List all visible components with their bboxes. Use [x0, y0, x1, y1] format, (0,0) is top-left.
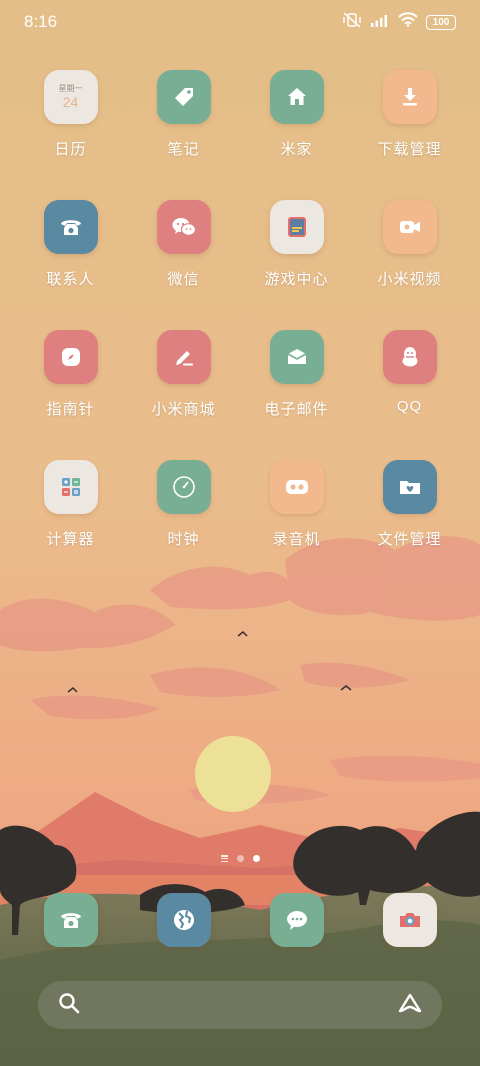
vibrate-off-icon [342, 11, 362, 33]
search-bar[interactable] [38, 981, 442, 1029]
clock-icon [156, 460, 211, 514]
camera-icon [382, 893, 437, 947]
assistant-icon[interactable] [396, 992, 424, 1019]
app-list-indicator-icon [220, 855, 228, 862]
home-app-grid: 星期一 24 日历 笔记 米家 下载管理 联系人 微信 游戏中心 小米视频 指南… [14, 70, 466, 590]
search-icon[interactable] [58, 992, 80, 1019]
app-wechat[interactable]: 微信 [127, 200, 240, 330]
app-calendar[interactable]: 星期一 24 日历 [14, 70, 127, 200]
app-contacts[interactable]: 联系人 [14, 200, 127, 330]
phone-icon [43, 200, 98, 254]
calendar-icon: 星期一 24 [43, 70, 98, 124]
calendar-weekday: 星期一 [58, 83, 83, 93]
wifi-icon [398, 12, 418, 32]
app-label: 文件管理 [377, 531, 442, 548]
dock-app-messages[interactable] [240, 893, 353, 947]
house-icon [269, 70, 324, 124]
app-notes[interactable]: 笔记 [127, 70, 240, 200]
calculator-icon [43, 460, 98, 514]
app-label: 电子邮件 [264, 401, 329, 418]
folder-icon [382, 460, 437, 514]
calendar-day: 24 [62, 93, 79, 110]
app-label: 微信 [167, 271, 200, 288]
app-label: 时钟 [167, 531, 200, 548]
download-icon [382, 70, 437, 124]
app-label: 日历 [54, 141, 87, 158]
dock-app-browser[interactable] [127, 893, 240, 947]
app-label: 指南针 [46, 401, 95, 418]
app-downloads[interactable]: 下载管理 [353, 70, 466, 200]
app-label: 游戏中心 [264, 271, 329, 288]
battery-icon: 100 [426, 14, 456, 30]
app-label: 计算器 [46, 531, 95, 548]
app-label: 录音机 [272, 531, 321, 548]
app-qq[interactable]: QQ [353, 330, 466, 460]
app-email[interactable]: 电子邮件 [240, 330, 353, 460]
app-game-center[interactable]: 游戏中心 [240, 200, 353, 330]
wechat-icon [156, 200, 211, 254]
pencil-icon [156, 330, 211, 384]
app-label: 小米商城 [151, 401, 216, 418]
app-calculator[interactable]: 计算器 [14, 460, 127, 590]
envelope-icon [269, 330, 324, 384]
status-bar: 8:16 100 [0, 0, 480, 44]
app-mi-video[interactable]: 小米视频 [353, 200, 466, 330]
app-label: 米家 [280, 141, 313, 158]
compass-icon [43, 330, 98, 384]
tag-icon [156, 70, 211, 124]
app-label: 小米视频 [377, 271, 442, 288]
video-camera-icon [382, 200, 437, 254]
app-compass[interactable]: 指南针 [14, 330, 127, 460]
page-dot-2-active [252, 855, 260, 862]
phone-icon [43, 893, 98, 947]
app-label: 笔记 [167, 141, 200, 158]
message-icon [269, 893, 324, 947]
app-mi-store[interactable]: 小米商城 [127, 330, 240, 460]
app-label: 下载管理 [377, 141, 442, 158]
app-file-manager[interactable]: 文件管理 [353, 460, 466, 590]
app-clock[interactable]: 时钟 [127, 460, 240, 590]
signal-icon [370, 12, 390, 32]
dock [14, 893, 466, 947]
app-label: QQ [396, 398, 423, 415]
dock-app-camera[interactable] [353, 893, 466, 947]
app-label: 联系人 [46, 271, 95, 288]
penguin-icon [382, 330, 437, 384]
page-indicator[interactable] [0, 855, 480, 862]
status-time: 8:16 [24, 12, 58, 31]
app-mijia[interactable]: 米家 [240, 70, 353, 200]
page-dot-1 [236, 855, 244, 862]
app-recorder[interactable]: 录音机 [240, 460, 353, 590]
recorder-icon [269, 460, 324, 514]
game-center-icon [269, 200, 324, 254]
dock-app-phone[interactable] [14, 893, 127, 947]
browser-icon [156, 893, 211, 947]
status-icons: 100 [342, 11, 456, 33]
